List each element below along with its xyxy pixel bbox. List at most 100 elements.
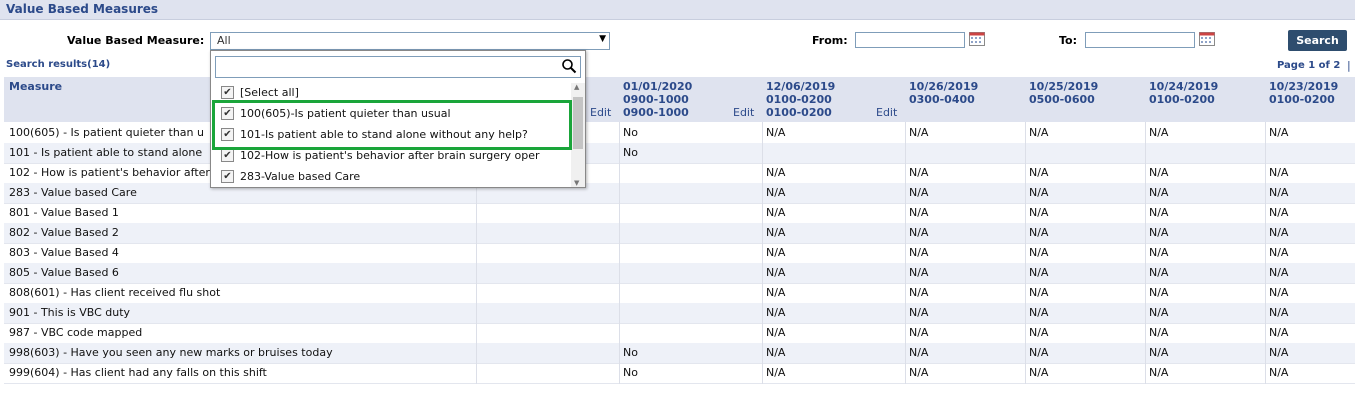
value-cell: N/A [909, 286, 929, 299]
value-cell: N/A [1269, 206, 1289, 219]
dropdown-arrow-icon[interactable]: ▼ [599, 34, 606, 44]
table-row: 801 - Value Based 1 N/A N/A N/A N/A N/A [4, 203, 1355, 224]
value-cell: N/A [1029, 286, 1049, 299]
value-cell: N/A [1149, 166, 1169, 179]
value-cell: N/A [766, 326, 786, 339]
value-cell: N/A [1029, 366, 1049, 379]
value-cell: No [623, 346, 638, 359]
value-cell: N/A [766, 346, 786, 359]
scroll-up-icon[interactable]: ▲ [574, 83, 579, 91]
table-row: 987 - VBC code mapped N/A N/A N/A N/A N/A [4, 323, 1355, 344]
value-cell: N/A [1029, 166, 1049, 179]
table-row: 998(603) - Have you seen any new marks o… [4, 343, 1355, 364]
value-cell: N/A [766, 246, 786, 259]
checkbox-checked-icon[interactable]: ✔ [221, 169, 234, 183]
value-cell: N/A [1269, 366, 1289, 379]
dropdown-option[interactable]: ✔ 102-How is patient's behavior after bra… [221, 148, 540, 167]
column-header-6[interactable]: 10/23/2019 0100-0200 [1269, 80, 1338, 106]
table-row: 283 - Value based Care N/A N/A N/A N/A N/A [4, 183, 1355, 204]
value-cell: N/A [1269, 186, 1289, 199]
search-button[interactable]: Search [1288, 30, 1347, 51]
measure-column-header[interactable]: Measure [9, 80, 62, 93]
column-divider [905, 122, 906, 384]
measure-cell: 100(605) - Is patient quieter than u [9, 126, 204, 139]
value-cell: N/A [1269, 326, 1289, 339]
value-cell: N/A [1269, 266, 1289, 279]
column-header-2[interactable]: 12/06/2019 0100-0200 0100-0200 [766, 80, 835, 119]
value-cell: N/A [1029, 306, 1049, 319]
title-bar: Value Based Measures [0, 0, 1355, 20]
column-divider [1025, 122, 1026, 384]
value-cell: N/A [1269, 126, 1289, 139]
dropdown-search-input[interactable] [215, 56, 581, 78]
column-header-3[interactable]: 10/26/2019 0300-0400 [909, 80, 978, 106]
value-cell: No [623, 126, 638, 139]
value-cell: N/A [766, 166, 786, 179]
edit-link[interactable]: Edit [733, 106, 754, 119]
value-cell: N/A [1149, 246, 1169, 259]
page-info: Page 1 of 2 [1277, 60, 1341, 71]
value-cell: N/A [909, 266, 929, 279]
value-cell: N/A [909, 326, 929, 339]
edit-link[interactable]: Edit [590, 106, 611, 119]
value-cell: N/A [1269, 346, 1289, 359]
value-cell: N/A [766, 206, 786, 219]
value-cell: N/A [909, 226, 929, 239]
value-cell: N/A [766, 266, 786, 279]
column-divider [1145, 122, 1146, 384]
value-cell: N/A [1269, 226, 1289, 239]
value-cell: N/A [1269, 166, 1289, 179]
value-cell: N/A [909, 186, 929, 199]
value-cell: N/A [909, 246, 929, 259]
calendar-icon[interactable] [1199, 32, 1215, 46]
column-header-1[interactable]: 01/01/2020 0900-1000 0900-1000 [623, 80, 692, 119]
scroll-down-icon[interactable]: ▼ [574, 179, 579, 187]
value-cell: N/A [1149, 286, 1169, 299]
table-row: 803 - Value Based 4 N/A N/A N/A N/A N/A [4, 243, 1355, 264]
scrollbar-thumb[interactable] [573, 97, 583, 149]
table-row: 999(604) - Has client had any falls on t… [4, 363, 1355, 384]
value-cell: N/A [1029, 126, 1049, 139]
value-cell: N/A [1269, 286, 1289, 299]
table-row: 102 - How is patient's behavior after N/A… [4, 163, 1355, 184]
column-header-5[interactable]: 10/24/2019 0100-0200 [1149, 80, 1218, 106]
calendar-icon[interactable] [969, 32, 985, 46]
to-label: To: [1059, 34, 1077, 47]
value-cell: N/A [1029, 346, 1049, 359]
value-cell: N/A [1149, 226, 1169, 239]
from-date-input[interactable] [855, 32, 965, 48]
measure-cell: 901 - This is VBC duty [9, 306, 131, 319]
value-cell: N/A [766, 366, 786, 379]
column-header-4[interactable]: 10/25/2019 0500-0600 [1029, 80, 1098, 106]
measure-cell: 805 - Value Based 6 [9, 266, 119, 279]
value-cell: N/A [909, 206, 929, 219]
checkbox-checked-icon[interactable]: ✔ [221, 148, 234, 162]
value-cell: N/A [766, 126, 786, 139]
page-separator: | [1347, 59, 1351, 72]
search-icon[interactable] [561, 58, 577, 74]
value-cell: N/A [766, 286, 786, 299]
measure-select-value: All [217, 34, 231, 47]
table-row: 805 - Value Based 6 N/A N/A N/A N/A N/A [4, 263, 1355, 284]
value-cell: N/A [766, 306, 786, 319]
measure-select[interactable]: All ▼ [210, 32, 610, 50]
value-cell: No [623, 366, 638, 379]
dropdown-option[interactable]: ✔ 283-Value based Care [221, 169, 360, 187]
value-cell: N/A [1269, 306, 1289, 319]
value-cell: N/A [1149, 306, 1169, 319]
measure-cell: 998(603) - Have you seen any new marks o… [9, 346, 333, 359]
checkbox-checked-icon[interactable]: ✔ [221, 85, 234, 99]
value-cell: N/A [766, 186, 786, 199]
measure-cell: 101 - Is patient able to stand alone [9, 146, 203, 159]
value-cell: N/A [1029, 206, 1049, 219]
value-cell: N/A [1149, 346, 1169, 359]
value-cell: N/A [909, 166, 929, 179]
measure-cell: 999(604) - Has client had any falls on t… [9, 366, 267, 379]
page-title: Value Based Measures [6, 2, 159, 16]
column-divider [1265, 122, 1266, 384]
value-cell: N/A [909, 366, 929, 379]
value-cell: No [623, 146, 638, 159]
value-cell: N/A [909, 346, 929, 359]
edit-link[interactable]: Edit [876, 106, 897, 119]
to-date-input[interactable] [1085, 32, 1195, 48]
